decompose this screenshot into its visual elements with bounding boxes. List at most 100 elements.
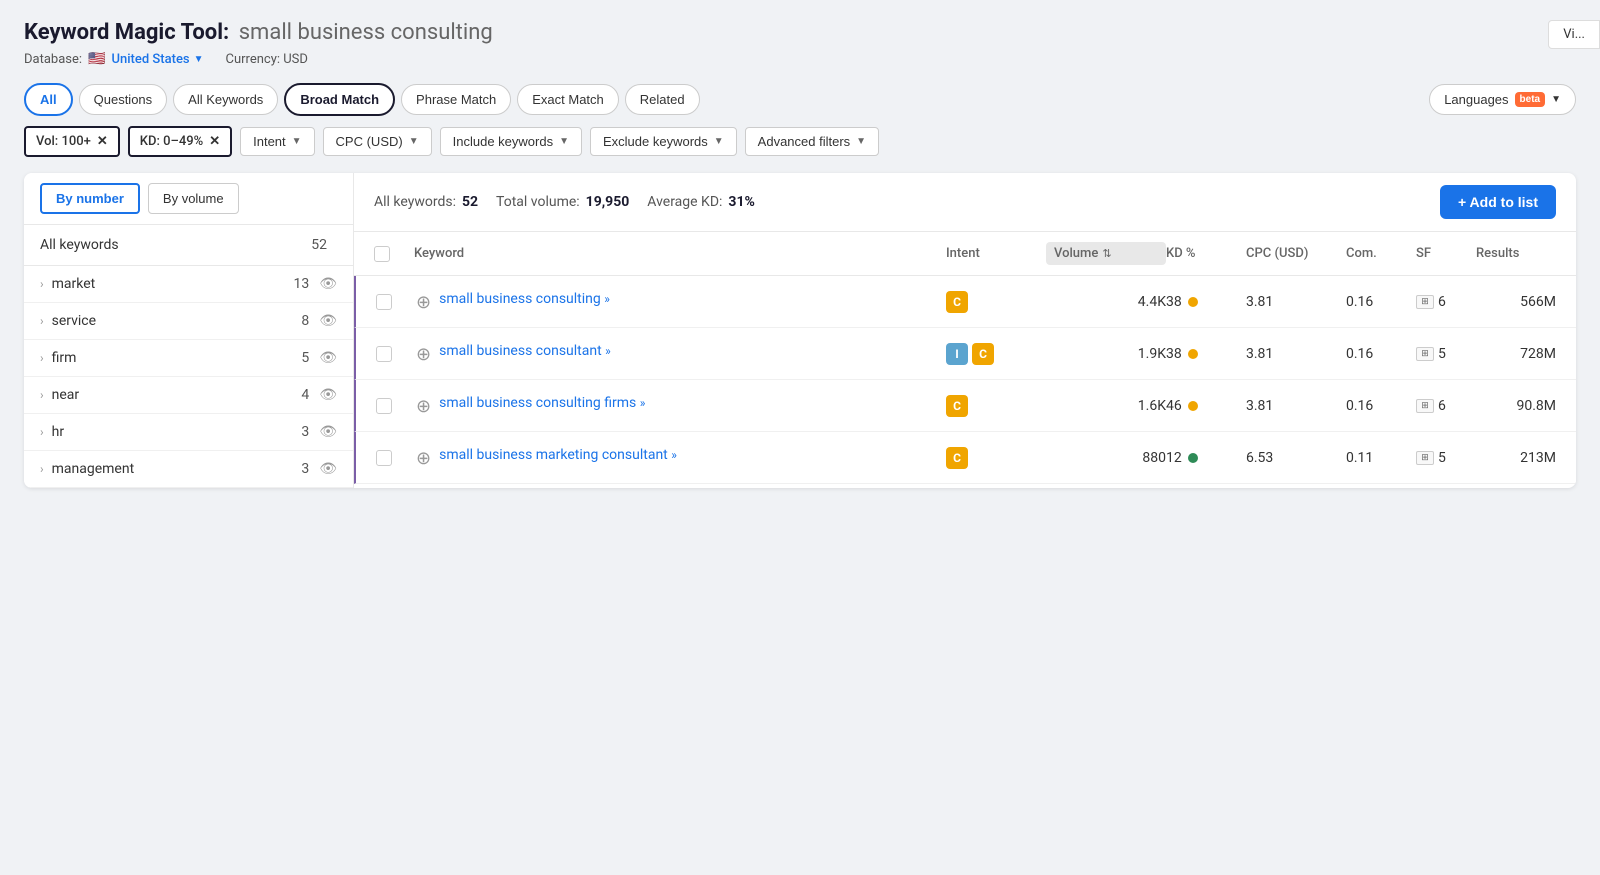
row-checkbox[interactable] [376, 346, 416, 362]
tab-all[interactable]: All [24, 83, 73, 116]
row-select-checkbox[interactable] [376, 346, 392, 362]
cpc-cell: 3.81 [1246, 398, 1346, 414]
row-checkbox[interactable] [376, 450, 416, 466]
sidebar-item[interactable]: › hr 3 👁 [24, 414, 353, 451]
country-name: United States [112, 52, 190, 67]
keyword-link[interactable]: small business marketing consultant [439, 447, 668, 463]
row-checkbox[interactable] [376, 294, 416, 310]
row-select-checkbox[interactable] [376, 450, 392, 466]
sidebar-item[interactable]: › market 13 👁 [24, 266, 353, 303]
keyword-arrows-icon: » [640, 396, 646, 410]
tab-phrase-match[interactable]: Phrase Match [401, 84, 511, 115]
vol-chip-close[interactable]: ✕ [97, 134, 108, 149]
results-cell: 213M [1476, 450, 1556, 466]
sidebar-item-label: hr [52, 424, 302, 440]
tab-exact-match[interactable]: Exact Match [517, 84, 619, 115]
eye-icon[interactable]: 👁 [319, 313, 337, 329]
db-label: Database: [24, 52, 82, 67]
country-link[interactable]: United States ▼ [112, 52, 204, 67]
vol-chip[interactable]: Vol: 100+ ✕ [24, 126, 120, 157]
select-all-checkbox[interactable] [374, 246, 390, 262]
sidebar-item-count: 4 [301, 387, 309, 403]
advanced-filters-dropdown[interactable]: Advanced filters ▼ [745, 127, 879, 156]
eye-icon[interactable]: 👁 [319, 350, 337, 366]
kd-value: 38 [1166, 294, 1182, 310]
header-checkbox[interactable] [374, 246, 414, 262]
add-keyword-icon[interactable]: ⊕ [416, 448, 431, 469]
volume-cell: 1.6K [1046, 398, 1166, 414]
volume-cell: 880 [1046, 450, 1166, 466]
kd-chip[interactable]: KD: 0–49% ✕ [128, 126, 232, 157]
intent-badge-c: C [972, 343, 994, 365]
table-row: ⊕ small business consulting » C 4.4K 38 … [354, 276, 1576, 328]
include-keywords-label: Include keywords [453, 134, 553, 149]
intent-dropdown[interactable]: Intent ▼ [240, 127, 314, 156]
by-volume-button[interactable]: By volume [148, 183, 239, 214]
chevron-down-icon: ▼ [714, 136, 724, 147]
row-select-checkbox[interactable] [376, 294, 392, 310]
tab-all-keywords[interactable]: All Keywords [173, 84, 278, 115]
intent-cell: C [946, 291, 1046, 313]
com-cell: 0.11 [1346, 450, 1416, 466]
top-right-button[interactable]: Vi... [1548, 20, 1600, 49]
add-keyword-icon[interactable]: ⊕ [416, 292, 431, 313]
include-keywords-dropdown[interactable]: Include keywords ▼ [440, 127, 582, 156]
tab-broad-match[interactable]: Broad Match [284, 83, 395, 116]
volume-cell: 4.4K [1046, 294, 1166, 310]
sf-cell: ⊞ 6 [1416, 398, 1476, 414]
languages-button[interactable]: Languages beta ▼ [1429, 84, 1576, 115]
row-checkbox[interactable] [376, 398, 416, 414]
languages-label: Languages [1444, 92, 1508, 107]
kd-dot-icon [1188, 401, 1198, 411]
kd-cell: 12 [1166, 450, 1246, 466]
kd-chip-close[interactable]: ✕ [209, 134, 220, 149]
sf-icon: ⊞ [1416, 399, 1434, 413]
intent-cell: C [946, 447, 1046, 469]
kd-dot-icon [1188, 349, 1198, 359]
sidebar-item[interactable]: › management 3 👁 [24, 451, 353, 488]
sf-value: 6 [1438, 294, 1446, 310]
sidebar-item-count: 3 [301, 424, 309, 440]
row-select-checkbox[interactable] [376, 398, 392, 414]
keyword-cell: ⊕ small business consultant » [416, 342, 946, 365]
sf-icon: ⊞ [1416, 347, 1434, 361]
col-volume-header[interactable]: Volume ⇅ [1046, 242, 1166, 265]
chevron-right-icon: › [40, 388, 44, 402]
col-cpc-header: CPC (USD) [1246, 246, 1346, 261]
kd-dot-icon [1188, 297, 1198, 307]
sidebar: By number By volume All keywords 52 › ma… [24, 173, 354, 488]
keyword-link[interactable]: small business consulting firms [439, 395, 636, 411]
kd-value: 12 [1166, 450, 1182, 466]
col-com-header: Com. [1346, 246, 1416, 261]
cpc-dropdown[interactable]: CPC (USD) ▼ [323, 127, 432, 156]
query-text: small business consulting [239, 20, 493, 45]
kd-cell: 38 [1166, 294, 1246, 310]
add-keyword-icon[interactable]: ⊕ [416, 344, 431, 365]
add-keyword-icon[interactable]: ⊕ [416, 396, 431, 417]
sidebar-item-count: 3 [301, 461, 309, 477]
eye-icon[interactable]: 👁 [319, 387, 337, 403]
sidebar-item-label: firm [52, 350, 302, 366]
sf-value: 5 [1438, 346, 1446, 362]
keyword-link[interactable]: small business consulting [439, 291, 601, 307]
eye-icon[interactable]: 👁 [319, 461, 337, 477]
sidebar-item[interactable]: › near 4 👁 [24, 377, 353, 414]
sidebar-item[interactable]: › service 8 👁 [24, 303, 353, 340]
by-number-button[interactable]: By number [40, 183, 140, 214]
sf-value: 6 [1438, 398, 1446, 414]
tab-related[interactable]: Related [625, 84, 700, 115]
exclude-keywords-label: Exclude keywords [603, 134, 708, 149]
avg-kd-value: 31% [728, 194, 754, 210]
intent-badge-c: C [946, 291, 968, 313]
add-to-list-button[interactable]: + Add to list [1440, 185, 1556, 219]
total-volume-label: Total volume: [496, 194, 580, 210]
eye-icon[interactable]: 👁 [319, 276, 337, 292]
tab-questions[interactable]: Questions [79, 84, 168, 115]
chevron-down-icon: ▼ [292, 136, 302, 147]
exclude-keywords-dropdown[interactable]: Exclude keywords ▼ [590, 127, 737, 156]
sidebar-item[interactable]: › firm 5 👁 [24, 340, 353, 377]
table-header: Keyword Intent Volume ⇅ KD % CPC (USD) C… [354, 232, 1576, 276]
keyword-link[interactable]: small business consultant [439, 343, 602, 359]
eye-icon[interactable]: 👁 [319, 424, 337, 440]
tab-filter-row: All Questions All Keywords Broad Match P… [24, 83, 1576, 116]
